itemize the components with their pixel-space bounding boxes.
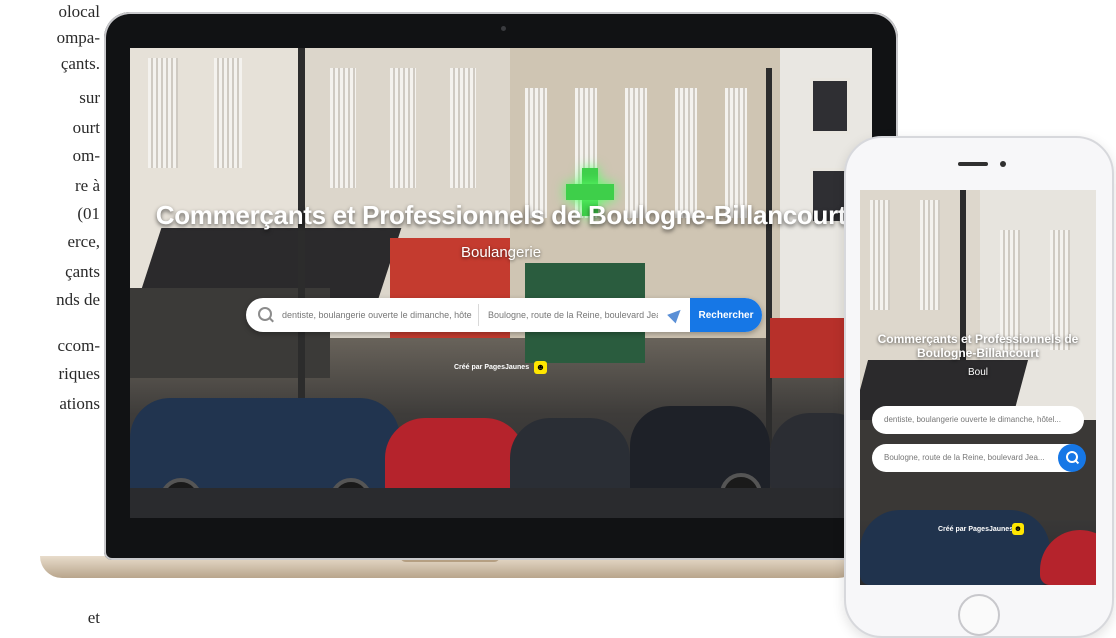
window-shutter (148, 58, 178, 168)
text-line: nds de (56, 290, 100, 309)
text-line: sur (79, 88, 100, 107)
text-line: olocal (58, 2, 100, 21)
home-button[interactable] (958, 594, 1000, 636)
field-divider (478, 304, 479, 326)
window-shutter (675, 88, 697, 218)
window-shutter (525, 88, 547, 218)
window-shutter (625, 88, 647, 218)
parked-car (860, 510, 1050, 585)
search-where-input[interactable]: Boulogne, route de la Reine, boulevard J… (872, 444, 1084, 472)
window-shutter (390, 68, 416, 188)
window-shutter (870, 200, 890, 310)
text-line: çants (65, 262, 100, 281)
pagesjaunes-logo-icon[interactable]: ☻ (1012, 523, 1024, 535)
credit-text: Créé par PagesJaunes (938, 526, 1014, 533)
window (810, 78, 850, 134)
phone-camera (1000, 161, 1006, 167)
phone-screen: Commerçants et Professionnels de Boulogn… (860, 190, 1096, 585)
window-shutter (330, 68, 356, 188)
phone-mockup: Commerçants et Professionnels de Boulogn… (844, 136, 1114, 638)
window-shutter (725, 88, 747, 218)
page-title: Commerçants et Professionnels de Boulogn… (155, 200, 847, 230)
phone-speaker (958, 162, 988, 166)
search-what-input[interactable]: dentiste, boulangerie ouverte le dimanch… (872, 406, 1084, 434)
search-button[interactable] (1058, 444, 1086, 472)
pharmacy-cross-icon (566, 184, 614, 200)
laptop-mockup: Commerçants et Professionnels de Boulogn… (104, 12, 898, 560)
search-icon (1066, 451, 1078, 463)
laptop-camera (501, 26, 506, 31)
text-line: (01 (77, 204, 100, 223)
search-icon (258, 307, 272, 321)
page-title: Commerçants et Professionnels de Boulogn… (877, 332, 1079, 360)
rotating-category-text: Boul (967, 367, 988, 378)
text-line: riques (58, 364, 100, 383)
text-line: om- (72, 146, 100, 165)
window-shutter (920, 200, 940, 310)
text-line: erce, (67, 232, 100, 251)
window-shutter (214, 58, 242, 168)
text-line: ations (59, 394, 100, 413)
search-what-input[interactable]: dentiste, boulangerie ouverte le dimanch… (282, 298, 472, 332)
text-line: ourt (72, 118, 100, 137)
text-line: çants. (60, 54, 100, 73)
street-photo-background (130, 48, 872, 518)
pagesjaunes-logo-icon[interactable]: ☻ (534, 361, 547, 374)
text-line: et (87, 608, 100, 627)
search-button[interactable]: Rechercher (690, 298, 762, 332)
geolocate-icon[interactable] (667, 305, 685, 324)
search-where-input[interactable]: Boulogne, route de la Reine, boulevard J… (488, 298, 658, 332)
window-shutter (450, 68, 476, 188)
text-line: ompa- (56, 28, 100, 47)
laptop-screen: Commerçants et Professionnels de Boulogn… (130, 48, 872, 518)
credit-text: Créé par PagesJaunes (454, 364, 530, 371)
background-page-text: olocal ompa- çants. sur ourt om- re à (0… (0, 0, 100, 637)
search-bar: dentiste, boulangerie ouverte le dimanch… (246, 298, 762, 332)
text-line: ccom- (57, 336, 100, 355)
text-line: re à (74, 176, 100, 195)
rotating-category-text: Boulangerie (460, 244, 542, 261)
street-road (130, 488, 872, 518)
